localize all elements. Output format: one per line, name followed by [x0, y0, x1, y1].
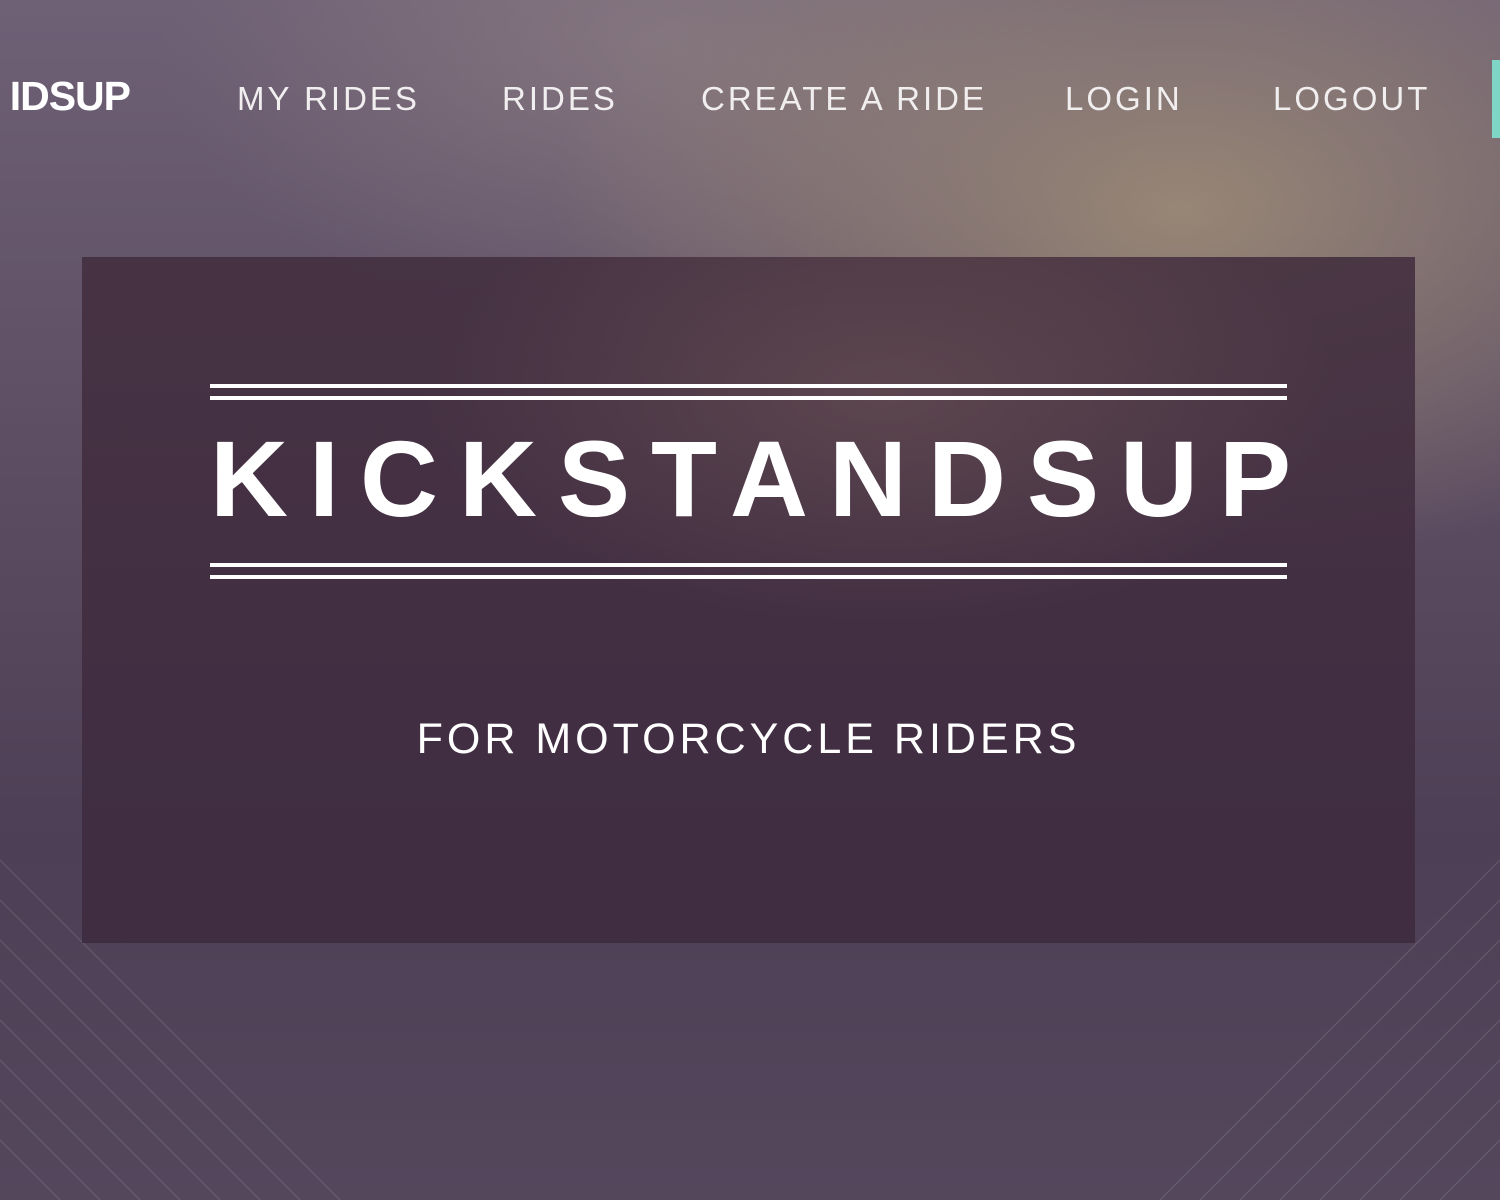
nav-link-logout[interactable]: LOGOUT — [1273, 80, 1430, 118]
nav-link-my-rides[interactable]: MY RIDES — [237, 80, 420, 118]
nav-link-create-a-ride[interactable]: CREATE A RIDE — [701, 80, 987, 118]
nav-link-rides[interactable]: RIDES — [502, 80, 618, 118]
nav-overflow-button-edge[interactable] — [1492, 60, 1500, 138]
hero-tagline: FOR MOTORCYCLE RIDERS — [416, 715, 1081, 763]
title-rule-top-outer — [210, 384, 1287, 388]
hero-title: KICKSTANDSUP — [210, 418, 1313, 539]
title-rule-bottom-outer — [210, 575, 1287, 579]
title-rule-top-inner — [210, 396, 1287, 400]
top-navigation: IDSUP MY RIDES RIDES CREATE A RIDE LOGIN… — [0, 0, 1500, 200]
brand-logo-link[interactable]: IDSUP — [0, 73, 131, 120]
nav-link-login[interactable]: LOGIN — [1065, 80, 1183, 118]
hero-banner: KICKSTANDSUP FOR MOTORCYCLE RIDERS — [82, 257, 1415, 943]
title-rule-bottom-inner — [210, 563, 1287, 567]
